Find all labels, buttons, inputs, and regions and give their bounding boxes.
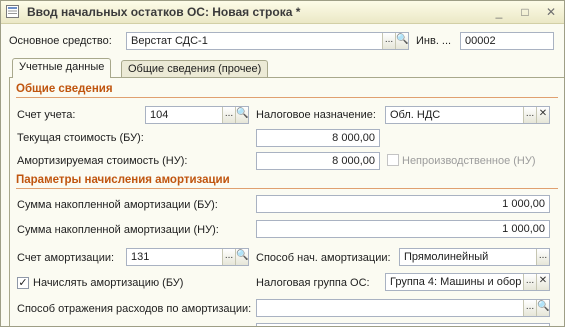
- accum-nu-field[interactable]: 1 000,00: [256, 220, 550, 238]
- depreciable-cost-label: Амортизируемая стоимость (НУ):: [17, 155, 188, 167]
- select-button[interactable]: ...: [523, 274, 536, 290]
- clear-icon[interactable]: ✕: [536, 274, 549, 290]
- close-icon[interactable]: ✕: [544, 5, 558, 19]
- expense-method-label: Способ отражения расходов по амортизации…: [17, 303, 252, 315]
- clear-icon[interactable]: ✕: [536, 107, 549, 123]
- section-depreciation-title: Параметры начисления амортизации: [16, 174, 230, 186]
- open-search-icon[interactable]: 🔍: [235, 107, 248, 123]
- method-field[interactable]: Прямолинейный ...: [399, 248, 550, 266]
- nonproductive-label: Непроизводственное (НУ): [402, 155, 536, 167]
- select-button[interactable]: ...: [536, 249, 549, 265]
- accrue-depreciation-checkbox[interactable]: ✓: [17, 277, 29, 289]
- window-title: Ввод начальных остатков ОС: Новая строка…: [27, 5, 301, 19]
- open-search-icon[interactable]: 🔍: [235, 249, 248, 265]
- dep-account-label: Счет амортизации:: [17, 252, 115, 264]
- dialog-window: Ввод начальных остатков ОС: Новая строка…: [0, 0, 565, 327]
- accum-nu-label: Сумма накопленной амортизации (НУ):: [17, 224, 219, 236]
- open-search-icon[interactable]: 🔍: [395, 33, 408, 49]
- expense-method-field[interactable]: ... 🔍: [256, 299, 550, 317]
- accum-bu-field[interactable]: 1 000,00: [256, 195, 550, 213]
- inv-value: 00002: [465, 35, 496, 47]
- current-cost-label: Текущая стоимость (БУ):: [17, 132, 144, 144]
- select-button[interactable]: ...: [523, 107, 536, 123]
- minimize-icon[interactable]: _: [492, 5, 506, 19]
- current-cost-field[interactable]: 8 000,00: [256, 129, 380, 147]
- section-divider: [16, 188, 558, 189]
- tab-accounting-data[interactable]: Учетные данные: [12, 58, 112, 78]
- nonproductive-checkbox[interactable]: [387, 154, 399, 166]
- tab-general-other[interactable]: Общие сведения (прочее): [121, 60, 269, 78]
- section-general-title: Общие сведения: [16, 83, 113, 95]
- maximize-icon[interactable]: □: [518, 5, 532, 19]
- tax-purpose-field[interactable]: Обл. НДС ... ✕: [385, 106, 550, 124]
- asset-field[interactable]: Верстат СДС-1 ... 🔍: [126, 32, 409, 50]
- section-divider: [16, 97, 558, 98]
- inv-field[interactable]: 00002: [460, 32, 554, 50]
- accum-bu-label: Сумма накопленной амортизации (БУ):: [17, 199, 218, 211]
- account-label: Счет учета:: [17, 109, 76, 121]
- dep-account-field[interactable]: 131 ... 🔍: [126, 248, 249, 266]
- tax-group-label: Налоговая группа ОС:: [256, 277, 370, 289]
- select-button[interactable]: ...: [222, 107, 235, 123]
- accrue-label: Начислять амортизацию (БУ): [33, 277, 184, 289]
- asset-label: Основное средство:: [9, 35, 112, 47]
- next-field-partial[interactable]: [256, 323, 550, 326]
- account-field[interactable]: 104 ... 🔍: [145, 106, 249, 124]
- tax-group-field[interactable]: Группа 4: Машины и обор ... ✕: [385, 273, 550, 291]
- method-label: Способ нач. амортизации:: [256, 252, 391, 264]
- select-button[interactable]: ...: [222, 249, 235, 265]
- form-icon: [6, 5, 19, 18]
- select-button[interactable]: ...: [382, 33, 395, 49]
- depreciable-cost-field[interactable]: 8 000,00: [256, 152, 380, 170]
- select-button[interactable]: ...: [523, 300, 536, 316]
- inv-label: Инв. ...: [416, 35, 452, 47]
- asset-value: Верстат СДС-1: [131, 35, 208, 47]
- tax-purpose-label: Налоговое назначение:: [256, 109, 376, 121]
- title-bar[interactable]: Ввод начальных остатков ОС: Новая строка…: [1, 1, 564, 24]
- open-search-icon[interactable]: 🔍: [536, 300, 549, 316]
